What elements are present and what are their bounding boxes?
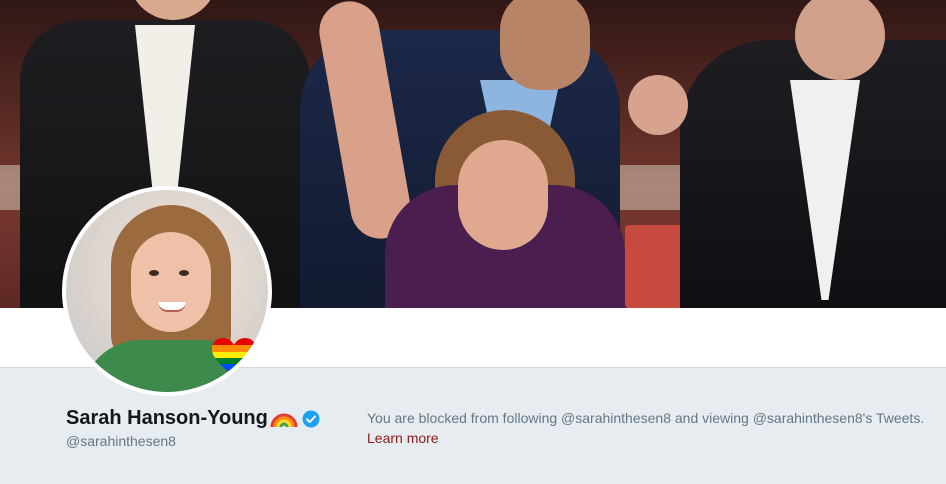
profile-name-text: Sarah Hanson-Young [66, 407, 268, 429]
rainbow-heart-icon [212, 338, 256, 376]
verified-badge-icon [302, 410, 320, 427]
profile-handle[interactable]: @sarahinthesen8 [66, 433, 176, 449]
blocked-message: You are blocked from following @sarahint… [367, 410, 925, 426]
rainbow-icon [270, 413, 298, 427]
profile-name[interactable]: Sarah Hanson-Young [66, 407, 320, 430]
learn-more-link[interactable]: Learn more [367, 430, 439, 446]
profile-avatar[interactable] [62, 186, 272, 396]
